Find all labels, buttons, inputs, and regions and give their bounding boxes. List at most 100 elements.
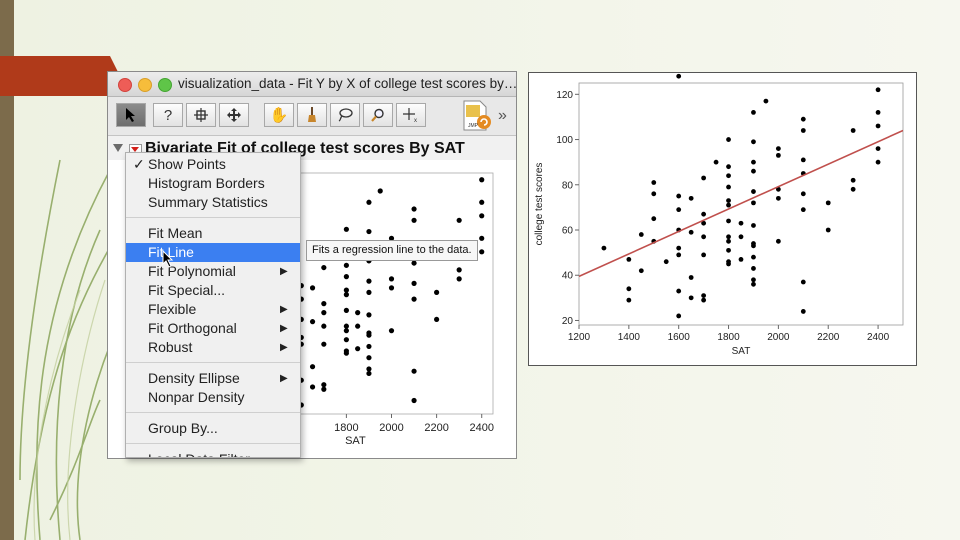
x-tick-label: 1600 [668,332,691,343]
data-point [355,323,361,329]
data-point [366,355,372,361]
data-point [738,257,744,262]
close-window-button[interactable] [118,78,132,92]
menu-item-local-data-filter[interactable]: Local Data Filter [126,450,300,457]
fit-line-tooltip: Fits a regression line to the data. [306,240,478,261]
data-point [321,301,327,307]
menu-item-fit-line[interactable]: Fit Line [126,243,300,262]
menu-item-show-points[interactable]: ✓ Show Points [126,155,300,174]
jmp-file-button[interactable]: JMP [462,100,492,132]
data-point [366,343,372,350]
data-point [309,364,316,370]
x-axis-label: SAT [732,346,751,357]
x-tick-label: 2400 [867,332,890,343]
data-point [688,229,694,235]
data-point [601,245,607,251]
menu-item-robust[interactable]: Robust ▶ [126,338,300,357]
menu-item-fit-special[interactable]: Fit Special... [126,281,300,300]
y-tick-label: 80 [562,180,574,191]
data-point [676,193,682,199]
x-tick-label: 2000 [767,332,790,343]
lasso-icon [338,108,353,122]
data-point [411,260,417,266]
data-point [343,307,349,313]
zoom-window-button[interactable] [158,78,172,92]
data-point [701,297,707,303]
minimize-window-button[interactable] [138,78,152,92]
data-point [479,213,485,219]
menu-item-group-by[interactable]: Group By... [126,419,300,438]
data-point [751,281,756,287]
menu-separator [126,362,300,363]
data-point [726,218,731,224]
data-point [688,195,694,201]
data-point [366,228,372,235]
toolbar-overflow-button[interactable]: » [498,107,507,125]
svg-text:x: x [414,118,417,122]
data-point [751,168,756,174]
move-tool-button[interactable] [219,103,249,127]
data-point [321,310,327,316]
data-point [726,164,731,170]
data-point [738,234,744,240]
menu-item-label: Show Points [148,156,226,172]
menu-item-label: Histogram Borders [148,175,265,191]
data-point [800,207,806,213]
data-point [343,292,349,298]
data-point [800,116,806,122]
menu-item-label: Density Ellipse [148,370,240,386]
x-tick-label: 2400 [469,422,493,434]
data-point [626,257,632,262]
data-point [366,332,372,338]
crosshair-tool-button[interactable]: x [396,103,426,127]
data-point [726,261,731,267]
hand-tool-button[interactable]: ✋ [264,103,294,127]
data-point [456,267,462,273]
data-point [751,189,756,194]
data-point [321,341,327,347]
menu-item-nonpar-density[interactable]: Nonpar Density [126,388,300,407]
data-point [726,234,731,240]
help-tool-button[interactable]: ? [153,103,183,127]
menu-item-label: Fit Orthogonal [148,320,237,336]
data-point [738,220,744,226]
data-point [701,252,707,258]
data-point [355,310,361,316]
menu-item-histogram-borders[interactable]: Histogram Borders [126,174,300,193]
menu-item-flexible[interactable]: Flexible ▶ [126,300,300,319]
data-point [701,175,707,181]
brush-icon [194,108,208,122]
data-point [366,366,372,372]
paint-brush-tool-button[interactable] [297,103,327,127]
menu-separator [126,443,300,444]
magnifier-tool-button[interactable] [363,103,393,127]
menu-item-summary-statistics[interactable]: Summary Statistics [126,193,300,212]
arrow-tool-button[interactable] [116,103,146,127]
menu-item-fit-mean[interactable]: Fit Mean [126,224,300,243]
data-point [388,328,395,334]
data-point [763,98,769,104]
menu-separator [126,412,300,413]
data-point [343,262,349,268]
x-tick-label: 2200 [817,332,840,343]
brush-tool-button[interactable] [186,103,216,127]
data-point [688,295,694,301]
menu-item-fit-polynomial[interactable]: Fit Polynomial ▶ [126,262,300,281]
data-point [751,254,756,260]
red-triangle-context-menu: ✓ Show Points Histogram Borders Summary Sta… [125,152,301,458]
data-point [676,207,682,213]
menu-item-fit-orthogonal[interactable]: Fit Orthogonal ▶ [126,319,300,338]
regression-scatter-plot: 1200 1400 1600 1800 2000 2200 2400 20 40 60 80 100 1… [534,73,904,357]
data-point [411,368,417,374]
x-axis-label: SAT [345,435,366,447]
data-point [366,289,372,295]
menu-item-density-ellipse[interactable]: Density Ellipse ▶ [126,369,300,388]
lasso-tool-button[interactable] [330,103,360,127]
data-point [726,198,731,204]
data-point [676,73,682,79]
data-point [343,328,349,334]
checkmark-icon: ✓ [133,156,145,172]
data-point [411,280,417,286]
data-point [676,313,682,319]
data-point [651,191,657,197]
